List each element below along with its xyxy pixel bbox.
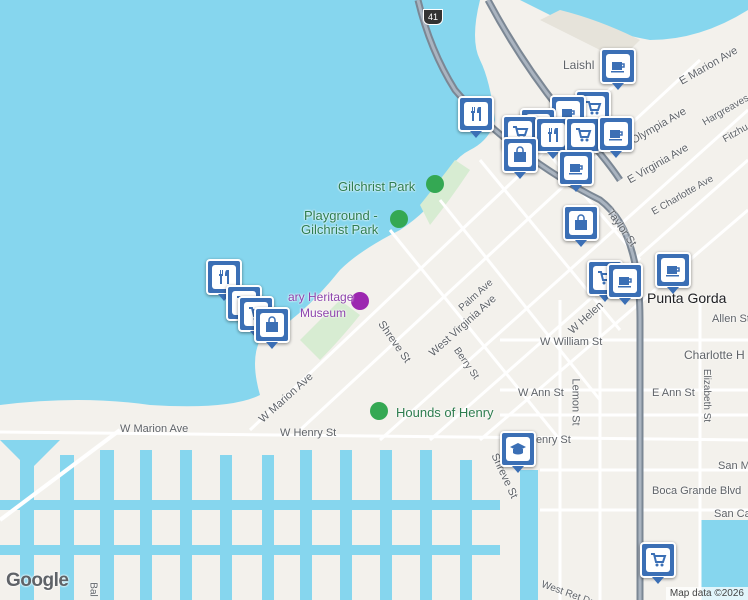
shopping-bag-icon xyxy=(569,211,593,235)
cafe-marker[interactable] xyxy=(598,116,634,158)
shop-marker[interactable] xyxy=(640,542,676,584)
shop-marker[interactable] xyxy=(565,117,601,159)
museum-icon[interactable] xyxy=(351,292,369,310)
coffee-cup-icon xyxy=(606,54,630,78)
coffee-cup-icon xyxy=(613,269,637,293)
coffee-cup-icon xyxy=(564,156,588,180)
park-icon[interactable] xyxy=(370,402,388,420)
store-marker[interactable] xyxy=(502,137,538,179)
fork-knife-icon xyxy=(464,102,488,126)
store-marker[interactable] xyxy=(254,307,290,349)
cafe-marker[interactable] xyxy=(558,150,594,192)
park-icon[interactable] xyxy=(426,175,444,193)
google-logo: Google xyxy=(6,570,69,591)
school-marker[interactable] xyxy=(500,431,536,473)
shopping-cart-icon xyxy=(571,123,595,147)
cafe-marker[interactable] xyxy=(655,252,691,294)
cafe-marker[interactable] xyxy=(607,263,643,305)
map-base xyxy=(0,0,748,600)
coffee-cup-icon xyxy=(661,258,685,282)
map-view[interactable]: 41 Gilchrist Park Playground - Gilchrist… xyxy=(0,0,748,600)
graduation-cap-icon xyxy=(506,437,530,461)
restaurant-marker[interactable] xyxy=(458,96,494,138)
map-attribution[interactable]: Map data ©2026 xyxy=(665,587,748,600)
cafe-marker[interactable] xyxy=(600,48,636,90)
highway-shield-icon: 41 xyxy=(423,9,443,25)
park-icon[interactable] xyxy=(390,210,408,228)
shopping-bag-icon xyxy=(508,143,532,167)
fork-knife-icon xyxy=(541,123,565,147)
shopping-bag-icon xyxy=(260,313,284,337)
shopping-cart-icon xyxy=(646,548,670,572)
store-marker[interactable] xyxy=(563,205,599,247)
coffee-cup-icon xyxy=(604,122,628,146)
